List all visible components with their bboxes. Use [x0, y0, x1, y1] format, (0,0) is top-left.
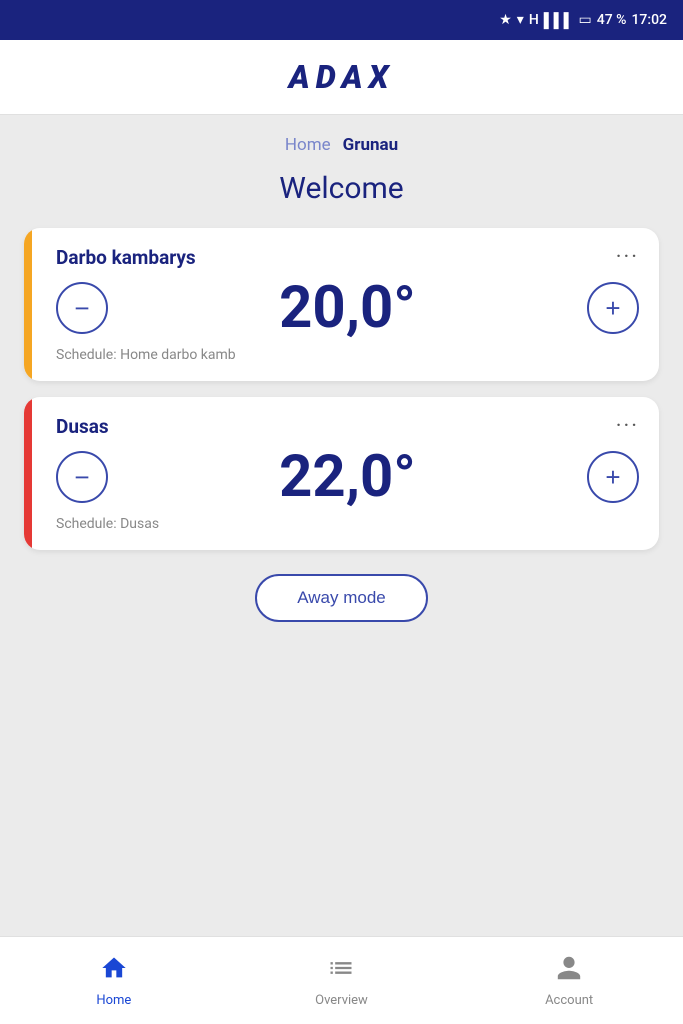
welcome-title: Welcome [279, 171, 403, 206]
clock: 17:02 [631, 12, 667, 28]
decrease-temp-dusas[interactable]: − [56, 451, 108, 503]
home-nav-icon [100, 954, 128, 989]
app-header: ADAX [0, 40, 683, 115]
nav-item-overview[interactable]: Overview [301, 954, 381, 1008]
account-nav-icon [555, 954, 583, 989]
breadcrumb-home[interactable]: Home [285, 135, 331, 155]
card-header-darbo: Darbo kambarys ··· [44, 246, 639, 269]
nav-label-overview: Overview [315, 993, 368, 1008]
schedule-dusas: Schedule: Dusas [44, 516, 639, 532]
status-icons: ★ ▾ H ▌▌▌ ▭ 47 % 17:02 [499, 12, 667, 29]
signal-icon: H [529, 12, 539, 28]
bottom-navigation: Home Overview Account [0, 936, 683, 1024]
temperature-darbo: 20,0° [279, 279, 416, 337]
main-content: Home Grunau Welcome Darbo kambarys ··· −… [0, 115, 683, 936]
device-card-dusas: Dusas ··· − 22,0° + Schedule: Dusas [24, 397, 659, 550]
status-bar: ★ ▾ H ▌▌▌ ▭ 47 % 17:02 [0, 0, 683, 40]
device-card-darbo: Darbo kambarys ··· − 20,0° + Schedule: H… [24, 228, 659, 381]
increase-temp-dusas[interactable]: + [587, 451, 639, 503]
bluetooth-icon: ★ [499, 12, 512, 28]
decrease-temp-darbo[interactable]: − [56, 282, 108, 334]
nav-item-account[interactable]: Account [529, 954, 609, 1008]
overview-nav-icon [327, 954, 355, 989]
battery-icon: ▭ [579, 12, 592, 28]
app-logo: ADAX [289, 58, 395, 96]
signal-bars-icon: ▌▌▌ [544, 12, 574, 29]
breadcrumb: Home Grunau [285, 135, 398, 155]
device-name-dusas: Dusas [56, 415, 109, 438]
card-status-bar-darbo [24, 228, 32, 381]
card-status-bar-dusas [24, 397, 32, 550]
breadcrumb-active[interactable]: Grunau [343, 135, 398, 155]
wifi-icon: ▾ [517, 12, 524, 28]
card-body-dusas: − 22,0° + [44, 448, 639, 506]
nav-label-account: Account [545, 993, 593, 1008]
away-mode-button[interactable]: Away mode [255, 574, 428, 622]
card-body-darbo: − 20,0° + [44, 279, 639, 337]
nav-label-home: Home [96, 993, 131, 1008]
schedule-darbo: Schedule: Home darbo kamb [44, 347, 639, 363]
nav-item-home[interactable]: Home [74, 954, 154, 1008]
card-header-dusas: Dusas ··· [44, 415, 639, 438]
device-menu-dusas[interactable]: ··· [616, 416, 639, 438]
device-name-darbo: Darbo kambarys [56, 246, 196, 269]
battery-percentage: 47 % [597, 12, 627, 28]
device-menu-darbo[interactable]: ··· [616, 247, 639, 269]
temperature-dusas: 22,0° [279, 448, 416, 506]
increase-temp-darbo[interactable]: + [587, 282, 639, 334]
